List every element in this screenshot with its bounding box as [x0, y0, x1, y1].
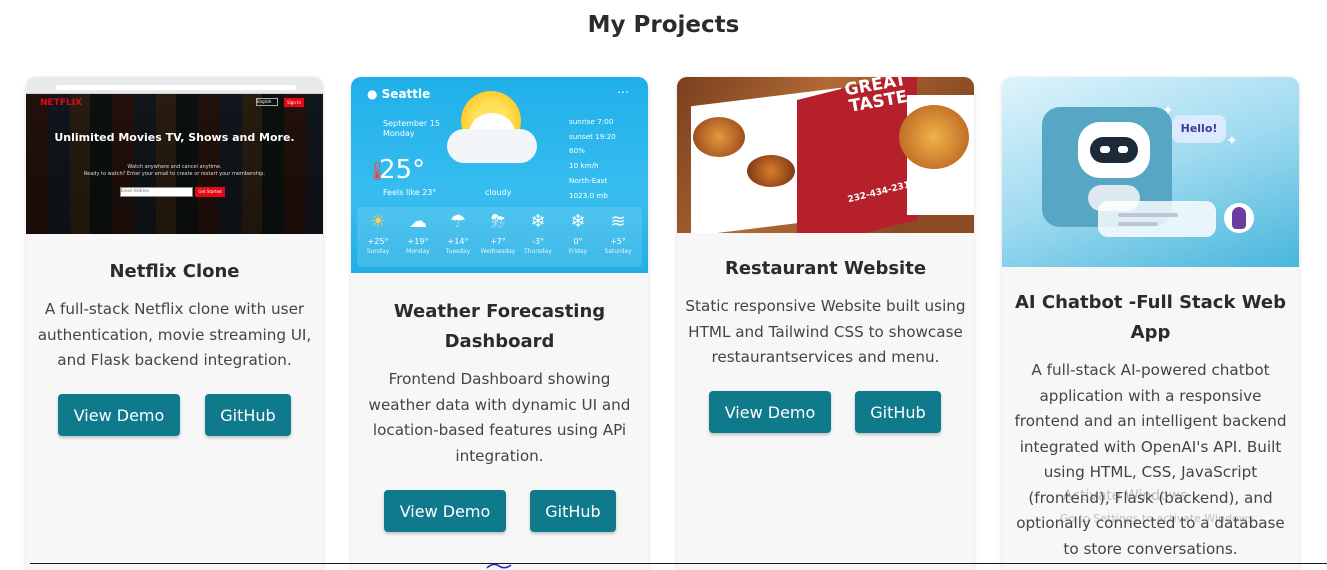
project-card-restaurant: GREAT TASTE 232-434-2313 Restaurant Webs… [677, 77, 974, 570]
github-button[interactable]: GitHub [530, 490, 616, 532]
netflix-headline: Unlimited Movies TV, Shows and More. [54, 131, 295, 144]
project-title: Weather Forecasting Dashboard [393, 301, 606, 352]
project-title: Restaurant Website [724, 258, 927, 279]
chatbot-thumbnail: Hello! ✦ ✦ [1002, 77, 1299, 267]
view-demo-button[interactable]: View Demo [709, 391, 831, 433]
weather-stats: sunrise 7:00 sunset 19:20 60% 10 km/h No… [569, 117, 616, 200]
browser-bar [26, 77, 323, 94]
sparkle-icon: ✦ [1226, 133, 1238, 149]
weather-feels: Feels like 23° [383, 188, 437, 197]
netflix-logo: NETFLIX [40, 98, 82, 108]
food-image [693, 117, 745, 157]
project-title: Netflix Clone [109, 261, 240, 282]
forecast-day: ☀ +25° Sunday [366, 211, 390, 255]
food-image [747, 155, 795, 187]
page-title: My Projects [587, 12, 740, 38]
more-icon: ⋯ [617, 85, 629, 99]
restaurant-thumbnail: GREAT TASTE 232-434-2313 [677, 77, 974, 233]
netflix-start-button: Get Started [195, 187, 225, 197]
project-card-weather: ● Seattle ⋯ September 15 Monday 🌡 25° Fe… [351, 77, 648, 570]
project-description: Frontend Dashboard showing weather data … [368, 370, 631, 465]
weather-thumbnail: ● Seattle ⋯ September 15 Monday 🌡 25° Fe… [351, 77, 648, 273]
weather-condition: cloudy [485, 188, 512, 197]
project-description: Static responsive Website built using HT… [685, 297, 966, 366]
weather-date: September 15 Monday [383, 119, 440, 138]
forecast-day: ☂ +14° Tuesday [445, 211, 471, 255]
project-description: A full-stack AI-powered chatbot applicat… [1014, 361, 1287, 558]
sparkle-icon: ✦ [1162, 103, 1174, 119]
forecast-day: ⛈ +7° Wednesday [480, 211, 516, 255]
signin-button: Sign In [284, 98, 304, 107]
netflix-thumbnail: NETFLIX English Sign In Unlimited Movies… [26, 77, 323, 234]
activate-windows-title: Activate Windows [1063, 488, 1188, 504]
netflix-email-input: Email Address [120, 187, 193, 197]
forecast-strip: ☀ +25° Sunday ☁ +19° Monday ☂ +14° Tuesday ⛈ +7… [357, 207, 642, 267]
view-demo-button[interactable]: View Demo [58, 394, 180, 436]
hello-bubble: Hello! [1172, 115, 1226, 143]
scribble-mark [486, 563, 512, 569]
forecast-day: ❄ -3° Thursday [524, 211, 552, 255]
github-button[interactable]: GitHub [205, 394, 291, 436]
activate-windows-subtitle: Go to Settings to activate Windows. [1060, 512, 1258, 525]
netflix-subline: Watch anywhere and cancel anytime. Ready… [83, 164, 266, 177]
food-image [899, 105, 969, 169]
forecast-day: ❄ 0° Friday [568, 211, 588, 255]
chat-bubble [1098, 201, 1216, 237]
weather-city: ● Seattle [367, 87, 431, 101]
project-description: A full-stack Netflix clone with user aut… [37, 300, 312, 369]
divider [30, 563, 1327, 564]
language-select: English [256, 98, 278, 106]
weather-temp: 25° [379, 155, 426, 185]
forecast-day: ≋ +5° Saturday [604, 211, 632, 255]
project-card-netflix: NETFLIX English Sign In Unlimited Movies… [26, 77, 323, 570]
view-demo-button[interactable]: View Demo [384, 490, 506, 532]
project-title: AI Chatbot -Full Stack Web App [1014, 292, 1286, 343]
forecast-day: ☁ +19° Monday [406, 211, 430, 255]
github-button[interactable]: GitHub [855, 391, 941, 433]
